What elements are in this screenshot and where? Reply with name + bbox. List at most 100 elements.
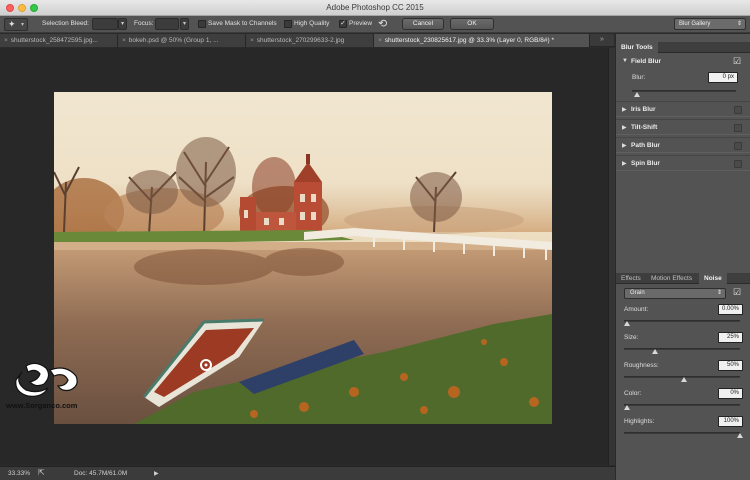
document-tab-bar: × shutterstock_258472595.jpg... × bokeh.ps… (0, 34, 614, 47)
noise-type-dropdown[interactable]: Grain ⇕ (624, 288, 726, 299)
tab-label: shutterstock_230825617.jpg @ 33.3% (Laye… (384, 37, 554, 44)
tab-document-1[interactable]: × shutterstock_258472595.jpg... (0, 34, 118, 47)
size-value-field[interactable]: 25% (718, 332, 743, 343)
noise-enabled-checkbox[interactable]: ☑ (733, 287, 741, 298)
iris-blur-section[interactable]: ▶ Iris Blur (616, 101, 750, 117)
tab-blur-tools[interactable]: Blur Tools (616, 42, 658, 53)
tab-label: shutterstock_258472595.jpg... (10, 37, 98, 44)
title-bar: Adobe Photoshop CC 2015 (0, 0, 750, 16)
high-quality-label: High Quality (294, 20, 330, 27)
blur-tools-header: Blur Tools (616, 42, 750, 53)
iris-blur-checkbox[interactable] (734, 106, 742, 114)
color-label: Color: (624, 390, 642, 397)
amount-slider-thumb[interactable] (624, 321, 630, 326)
chevron-updown-icon: ⇕ (716, 290, 722, 296)
tab-label: bokeh.psd @ 50% (Group 1, ... (128, 37, 219, 44)
tab-label: shutterstock_270299633-2.jpg (256, 37, 345, 44)
tab-document-2[interactable]: × bokeh.psd @ 50% (Group 1, ... (118, 34, 246, 47)
tab-document-3[interactable]: × shutterstock_270299633-2.jpg (246, 34, 374, 47)
doc-size: Doc: 45.7M/61.0M (74, 470, 128, 477)
color-slider-thumb[interactable] (624, 405, 630, 410)
highlights-value-field[interactable]: 100% (718, 416, 743, 427)
selection-bleed-dropdown[interactable]: ▾ (118, 18, 127, 30)
collapse-arrow-icon[interactable]: ▶ (622, 142, 627, 149)
tilt-shift-label: Tilt-Shift (631, 124, 658, 131)
document-image[interactable] (54, 92, 552, 424)
blur-label: Blur: (632, 74, 646, 81)
effects-tab-bar: Effects Motion Effects Noise (616, 273, 750, 284)
size-slider-thumb[interactable] (652, 349, 659, 354)
close-tab-icon[interactable]: × (122, 37, 126, 44)
field-blur-label: Field Blur (631, 58, 661, 65)
iris-blur-label: Iris Blur (631, 106, 656, 113)
color-value-field[interactable]: 0% (718, 388, 743, 399)
roughness-slider-thumb[interactable] (680, 377, 687, 382)
path-blur-checkbox[interactable] (734, 142, 742, 150)
highlights-label: Highlights: (624, 418, 655, 425)
chevron-down-icon: ▾ (21, 22, 25, 28)
tilt-shift-section[interactable]: ▶ Tilt-Shift (616, 119, 750, 135)
tab-overflow-icon[interactable]: » (600, 36, 604, 43)
chevron-updown-icon: ⇕ (736, 21, 742, 27)
spin-blur-section[interactable]: ▶ Spin Blur (616, 155, 750, 171)
reset-icon[interactable]: ⟲ (378, 17, 387, 30)
highlights-slider-thumb[interactable] (737, 433, 743, 438)
high-quality-checkbox[interactable] (284, 20, 292, 28)
collapse-arrow-icon[interactable]: ▶ (622, 106, 627, 113)
share-icon[interactable]: ⇱ (38, 468, 45, 477)
amount-value-field[interactable]: 0.00% (718, 304, 743, 315)
color-slider-track[interactable] (624, 404, 740, 406)
window-title: Adobe Photoshop CC 2015 (326, 3, 424, 12)
roughness-value-field[interactable]: 50% (718, 360, 743, 371)
close-tab-icon[interactable]: × (250, 37, 254, 44)
status-menu-arrow-icon[interactable]: ▶ (154, 470, 159, 477)
blur-slider-track[interactable] (632, 90, 736, 92)
options-bar: ✦ ▾ Selection Bleed: ▾ Focus: ▾ Save Mas… (0, 16, 750, 33)
blur-value-field[interactable]: 0 px (708, 72, 738, 83)
focus-field[interactable] (155, 18, 179, 30)
sorganco-logo: www.Sorganco.com (5, 362, 78, 410)
expand-arrow-icon[interactable]: ▼ (622, 58, 628, 64)
spin-blur-checkbox[interactable] (734, 160, 742, 168)
selection-bleed-label: Selection Bleed: (42, 20, 89, 27)
close-tab-icon[interactable]: × (4, 37, 8, 44)
status-bar: 33.33% ⇱ Doc: 45.7M/61.0M ▶ (0, 466, 615, 480)
collapse-arrow-icon[interactable]: ▶ (622, 160, 627, 167)
collapse-arrow-icon[interactable]: ▶ (622, 124, 627, 131)
preview-label: Preview (349, 20, 373, 27)
size-label: Size: (624, 334, 639, 341)
workspace-dropdown[interactable]: Blur Gallery ⇕ (674, 18, 746, 30)
tab-effects[interactable]: Effects (616, 273, 646, 284)
path-blur-label: Path Blur (631, 142, 660, 149)
focus-label: Focus: (134, 20, 154, 27)
amount-label: Amount: (624, 306, 649, 313)
pin-icon: ✦ (8, 19, 16, 29)
tab-noise[interactable]: Noise (699, 273, 727, 284)
path-blur-section[interactable]: ▶ Path Blur (616, 137, 750, 153)
ok-button[interactable]: OK (450, 18, 494, 30)
workspace-value: Blur Gallery (679, 21, 711, 27)
roughness-label: Roughness: (624, 362, 659, 369)
tab-document-4[interactable]: × shutterstock_230825617.jpg @ 33.3% (Lay… (374, 34, 590, 47)
vertical-scrollbar[interactable] (608, 48, 615, 465)
highlights-slider-track[interactable] (624, 432, 740, 434)
zoom-level[interactable]: 33.33% (8, 470, 30, 477)
tab-motion-effects[interactable]: Motion Effects (646, 273, 697, 284)
size-slider-track[interactable] (624, 348, 740, 350)
close-tab-icon[interactable]: × (378, 37, 382, 44)
noise-type-value: Grain (630, 290, 645, 296)
blur-slider-thumb[interactable] (634, 92, 640, 97)
amount-slider-track[interactable] (624, 320, 740, 322)
cancel-button[interactable]: Cancel (402, 18, 444, 30)
field-blur-enabled-checkbox[interactable]: ☑ (733, 56, 741, 67)
save-mask-label: Save Mask to Channels (208, 20, 277, 27)
save-mask-checkbox[interactable] (198, 20, 206, 28)
watermark-text: www.Sorganco.com (5, 401, 78, 410)
focus-dropdown[interactable]: ▾ (180, 18, 189, 30)
selection-bleed-field[interactable] (92, 18, 118, 30)
spin-blur-label: Spin Blur (631, 160, 660, 167)
preview-checkbox[interactable]: ✓ (339, 20, 347, 28)
tilt-shift-checkbox[interactable] (734, 124, 742, 132)
tool-preset-picker[interactable]: ✦ ▾ (4, 18, 28, 31)
blur-panel: Blur Tools ▼ Field Blur ☑ Blur: 0 px ▶ I… (615, 34, 750, 480)
